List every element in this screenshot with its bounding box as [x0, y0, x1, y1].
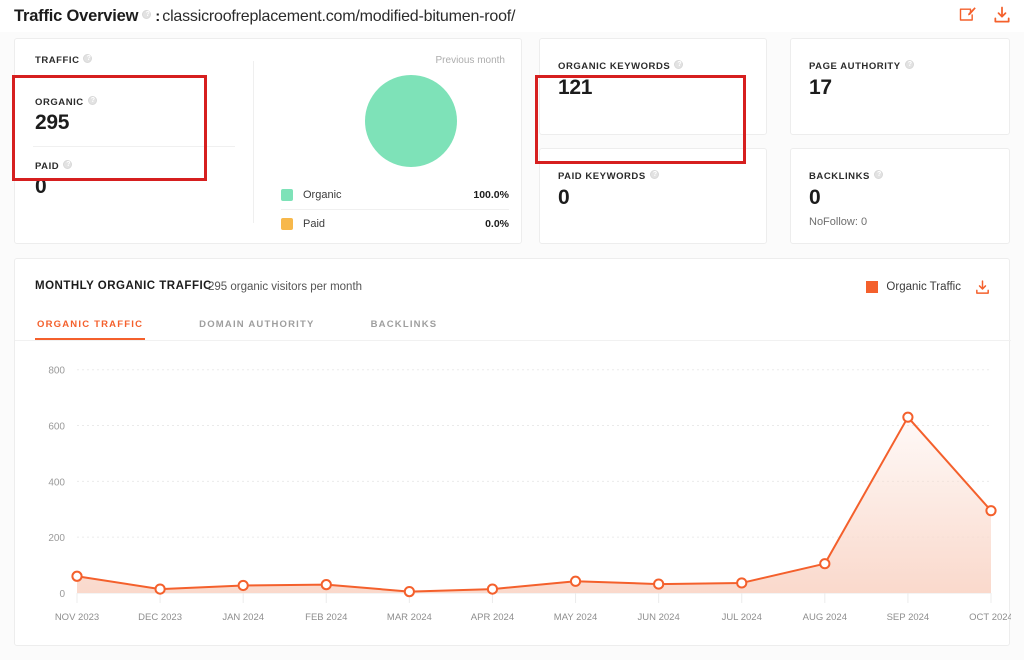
x-axis-tick: NOV 2023: [55, 612, 99, 623]
divider: [253, 61, 254, 223]
legend-row: Organic 100.0%: [281, 181, 509, 209]
chart-data-point[interactable]: [569, 575, 582, 587]
paid-value: 0: [35, 175, 47, 198]
organic-label: ORGANIC: [35, 95, 101, 108]
chart-canvas: 0 200 400 600 800 NOV 2023 DEC 2023 JAN 2024 FEB…: [48, 366, 1011, 623]
legend-label: Organic: [303, 189, 342, 201]
help-icon[interactable]: [674, 59, 684, 70]
legend-swatch-paid: [281, 217, 293, 230]
x-axis-tick: FEB 2024: [305, 612, 347, 623]
chart-tabs: ORGANIC TRAFFIC DOMAIN AUTHORITY BACKLIN…: [35, 311, 491, 340]
x-axis-tick: SEP 2024: [887, 612, 930, 623]
panel-subtitle: 295 organic visitors per month: [208, 281, 363, 293]
help-icon[interactable]: [63, 159, 73, 170]
backlinks-card: BACKLINKS 0 NoFollow: 0: [790, 148, 1010, 244]
legend-swatch-organic: [281, 189, 293, 201]
paid-keywords-card: PAID KEYWORDS 0: [539, 148, 767, 244]
pie-legend: Organic 100.0% Paid 0.0%: [281, 181, 509, 237]
organic-keywords-body: ORGANIC KEYWORDS 121: [558, 59, 687, 100]
pie-slice-organic: [365, 75, 457, 167]
target-url: classicroofreplacement.com/modified-bitu…: [162, 7, 516, 25]
metric-cards-row: TRAFFIC ORGANIC 295 PAID 0 Previous mont…: [0, 36, 1024, 248]
help-icon[interactable]: [83, 53, 93, 64]
page-authority-body: PAGE AUTHORITY 17: [809, 59, 918, 100]
x-axis-tick: OCT 2024: [969, 612, 1011, 623]
x-axis-tick: JAN 2024: [222, 612, 264, 623]
backlinks-label: BACKLINKS: [809, 169, 887, 182]
organic-keywords-card: ORGANIC KEYWORDS 121: [539, 38, 767, 135]
title-separator: :: [155, 7, 161, 25]
y-axis-tick: 800: [48, 366, 65, 377]
header-actions: [958, 5, 1012, 25]
edit-note-icon[interactable]: [958, 5, 978, 25]
chart-data-point[interactable]: [653, 578, 665, 590]
x-axis-tick: APR 2024: [471, 612, 514, 623]
page-header: Traffic Overview : classicroofreplacemen…: [0, 0, 1024, 32]
y-axis-tick: 0: [59, 589, 65, 600]
tab-backlinks[interactable]: BACKLINKS: [369, 311, 440, 340]
organic-keywords-label: ORGANIC KEYWORDS: [558, 59, 687, 72]
traffic-label: TRAFFIC: [35, 53, 96, 66]
tab-organic-traffic[interactable]: ORGANIC TRAFFIC: [35, 311, 146, 340]
x-axis-tick: MAR 2024: [387, 612, 432, 623]
x-axis-tick: DEC 2023: [138, 612, 182, 623]
breadcrumb: Traffic Overview : classicroofreplacemen…: [0, 7, 515, 26]
page-authority-label: PAGE AUTHORITY: [809, 59, 918, 72]
x-axis-tick: MAY 2024: [554, 612, 597, 623]
tab-domain-authority[interactable]: DOMAIN AUTHORITY: [197, 311, 316, 340]
backlinks-value: 0: [809, 186, 821, 209]
x-axis-tick: AUG 2024: [803, 612, 847, 623]
x-axis-tick: JUL 2024: [722, 612, 762, 623]
x-axis-tick: JUN 2024: [638, 612, 680, 623]
chart-area-fill: [77, 417, 991, 593]
legend-label: Organic Traffic: [886, 281, 961, 293]
legend-label: Paid: [303, 217, 326, 230]
backlinks-nofollow: NoFollow: 0: [809, 216, 868, 228]
help-icon[interactable]: [904, 59, 915, 70]
help-icon[interactable]: [142, 9, 152, 20]
chart-data-point[interactable]: [154, 583, 166, 595]
help-icon[interactable]: [649, 169, 660, 180]
y-axis-tick: 600: [48, 422, 65, 433]
chart-data-point[interactable]: [902, 411, 914, 423]
chart-data-point[interactable]: [237, 579, 249, 592]
traffic-split-pie-chart: [273, 75, 513, 195]
traffic-overview-page: Traffic Overview : classicroofreplacemen…: [0, 0, 1024, 660]
paid-keywords-body: PAID KEYWORDS 0: [558, 169, 663, 210]
y-axis-tick: 200: [48, 533, 65, 544]
traffic-card: TRAFFIC ORGANIC 295 PAID 0 Previous mont…: [14, 38, 522, 244]
organic-value: 295: [35, 111, 70, 134]
chart-legend: Organic Traffic: [866, 281, 961, 293]
help-icon[interactable]: [87, 95, 98, 106]
download-icon[interactable]: [974, 279, 991, 296]
monthly-organic-traffic-panel: MONTHLY ORGANIC TRAFFIC 295 organic visi…: [14, 258, 1011, 646]
download-icon[interactable]: [992, 5, 1012, 25]
chart-data-point[interactable]: [71, 570, 83, 582]
paid-label: PAID: [35, 159, 76, 172]
chart-data-point[interactable]: [819, 558, 831, 570]
traffic-summary: TRAFFIC ORGANIC 295 PAID 0: [15, 39, 253, 245]
chart-data-point[interactable]: [736, 577, 748, 589]
paid-keywords-label: PAID KEYWORDS: [558, 169, 663, 182]
chart-data-point[interactable]: [403, 586, 415, 598]
legend-swatch-organic-traffic: [866, 281, 879, 293]
page-authority-value: 17: [809, 76, 832, 99]
y-axis-tick: 400: [48, 477, 65, 488]
page-authority-card: PAGE AUTHORITY 17: [790, 38, 1010, 135]
legend-percent: 0.0%: [485, 217, 509, 230]
divider: [33, 146, 235, 147]
page-title: Traffic Overview: [14, 6, 139, 25]
chart-data-point[interactable]: [320, 579, 332, 591]
previous-month-label: Previous month: [435, 55, 505, 66]
paid-keywords-value: 0: [558, 186, 570, 209]
legend-percent: 100.0%: [473, 189, 509, 201]
chart-data-point[interactable]: [985, 505, 997, 517]
chart-data-point[interactable]: [486, 583, 499, 595]
legend-row: Paid 0.0%: [281, 209, 509, 237]
organic-traffic-chart: 0 200 400 600 800 NOV 2023 DEC 2023 JAN 2024 FEB…: [15, 341, 1011, 645]
backlinks-body: BACKLINKS 0 NoFollow: 0: [809, 169, 887, 228]
panel-title: MONTHLY ORGANIC TRAFFIC: [35, 280, 212, 292]
organic-keywords-value: 121: [558, 76, 593, 99]
help-icon[interactable]: [873, 169, 884, 180]
